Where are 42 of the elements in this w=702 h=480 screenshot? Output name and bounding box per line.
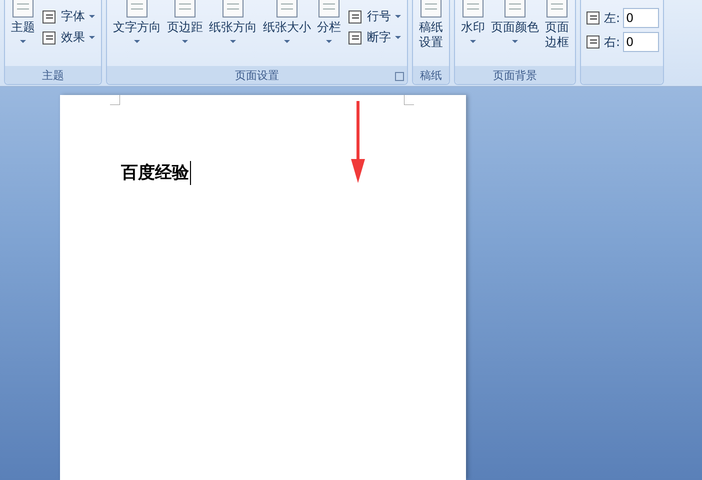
ribbon-button[interactable]: 页面 边框: [543, 0, 571, 50]
document-icon: [41, 8, 57, 24]
document-icon: [221, 0, 245, 18]
document-icon: [125, 0, 149, 18]
ribbon-button[interactable]: 纸张方向: [207, 0, 259, 43]
ribbon-button[interactable]: 水印: [459, 0, 487, 43]
document-icon: [317, 0, 341, 18]
document-icon: [503, 0, 527, 18]
indent-icon: [585, 34, 601, 50]
dialog-launcher-icon[interactable]: [395, 72, 404, 81]
indent-field[interactable]: 0: [623, 8, 660, 28]
indent-icon: [585, 10, 601, 26]
ribbon-button[interactable]: 效果: [39, 29, 97, 46]
ribbon-button[interactable]: 分栏: [315, 0, 343, 43]
document-icon: [347, 30, 363, 46]
document-icon: [41, 30, 57, 46]
indent-field[interactable]: 0: [623, 32, 660, 52]
ribbon-button[interactable]: 主题: [9, 0, 37, 43]
document-icon: [275, 0, 299, 18]
ribbon-button[interactable]: 行号: [345, 8, 403, 25]
ribbon-button[interactable]: 稿纸 设置: [417, 0, 445, 50]
document-icon: [545, 0, 569, 18]
margin-corner-icon: [404, 95, 414, 105]
document-icon: [419, 0, 443, 18]
group-label: 页面背景: [493, 68, 537, 82]
margin-corner-icon: [110, 95, 120, 105]
document-icon: [347, 8, 363, 24]
document-icon: [11, 0, 35, 18]
ribbon-button[interactable]: 断字: [345, 29, 403, 46]
document-icon: [461, 0, 485, 18]
ribbon-button[interactable]: 文字方向: [111, 0, 163, 43]
ribbon-button[interactable]: 纸张大小: [261, 0, 313, 43]
ribbon-button[interactable]: 页面颜色: [489, 0, 541, 43]
field-label: 左:: [604, 10, 620, 26]
ribbon-button[interactable]: 字体: [39, 8, 97, 25]
group-label: 主题: [42, 68, 64, 82]
group-label: 页面设置: [235, 68, 279, 82]
group-label: 稿纸: [420, 68, 442, 82]
ribbon-button[interactable]: 页边距: [165, 0, 205, 43]
document-icon: [173, 0, 197, 18]
document-text: 百度经验: [121, 161, 191, 185]
field-label: 右:: [604, 34, 620, 50]
